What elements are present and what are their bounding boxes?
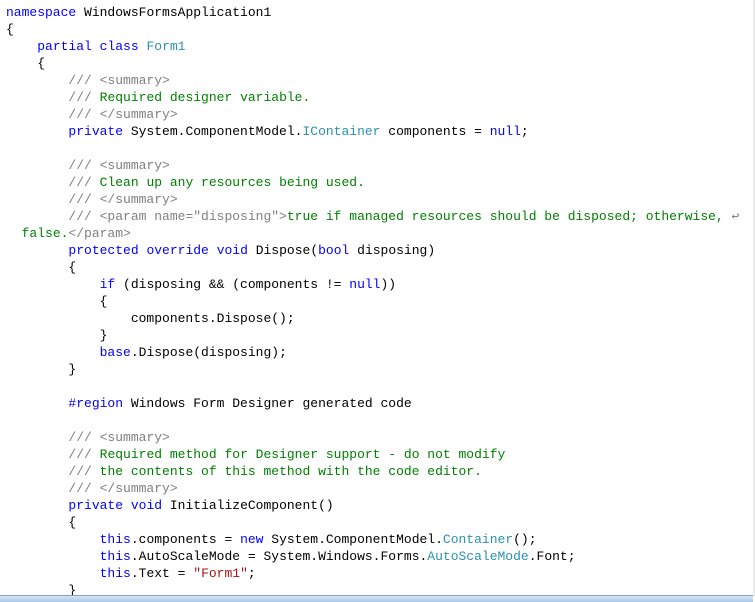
code-line: components.Dispose(); [6,311,295,326]
code-line: this.Text = "Form1"; [6,566,256,581]
code-line: false.</param> [6,226,131,241]
code-line: { [6,22,14,37]
horizontal-scrollbar[interactable] [0,595,753,602]
code-editor[interactable]: namespace WindowsFormsApplication1 { par… [0,0,755,599]
code-line: } [6,328,107,343]
code-line: /// <param name="disposing">true if mana… [6,209,739,224]
code-line: { [6,56,45,71]
code-line: } [6,362,76,377]
code-line: /// <summary> [6,430,170,445]
code-line: { [6,294,107,309]
code-line: this.AutoScaleMode = System.Windows.Form… [6,549,576,564]
code-line: /// Required method for Designer support… [6,447,505,462]
code-line: protected override void Dispose(bool dis… [6,243,435,258]
code-line: { [6,260,76,275]
code-line: /// </summary> [6,192,178,207]
code-line: this.components = new System.ComponentMo… [6,532,537,547]
code-line: { [6,515,76,530]
code-line: if (disposing && (components != null)) [6,277,396,292]
code-line: /// <summary> [6,158,170,173]
code-line [6,413,14,428]
code-line: private System.ComponentModel.IContainer… [6,124,529,139]
code-line: /// <summary> [6,73,170,88]
code-line: partial class Form1 [6,39,185,54]
code-line: #region Windows Form Designer generated … [6,396,412,411]
code-line: base.Dispose(disposing); [6,345,287,360]
code-line: /// the contents of this method with the… [6,464,482,479]
code-line [6,379,14,394]
code-line: /// </summary> [6,481,178,496]
code-line [6,141,14,156]
code-line: /// </summary> [6,107,178,122]
line-wrap-icon: ↩ [732,209,740,224]
code-line: /// Required designer variable. [6,90,310,105]
code-line: private void InitializeComponent() [6,498,334,513]
code-line: /// Clean up any resources being used. [6,175,365,190]
code-line: namespace WindowsFormsApplication1 [6,5,271,20]
